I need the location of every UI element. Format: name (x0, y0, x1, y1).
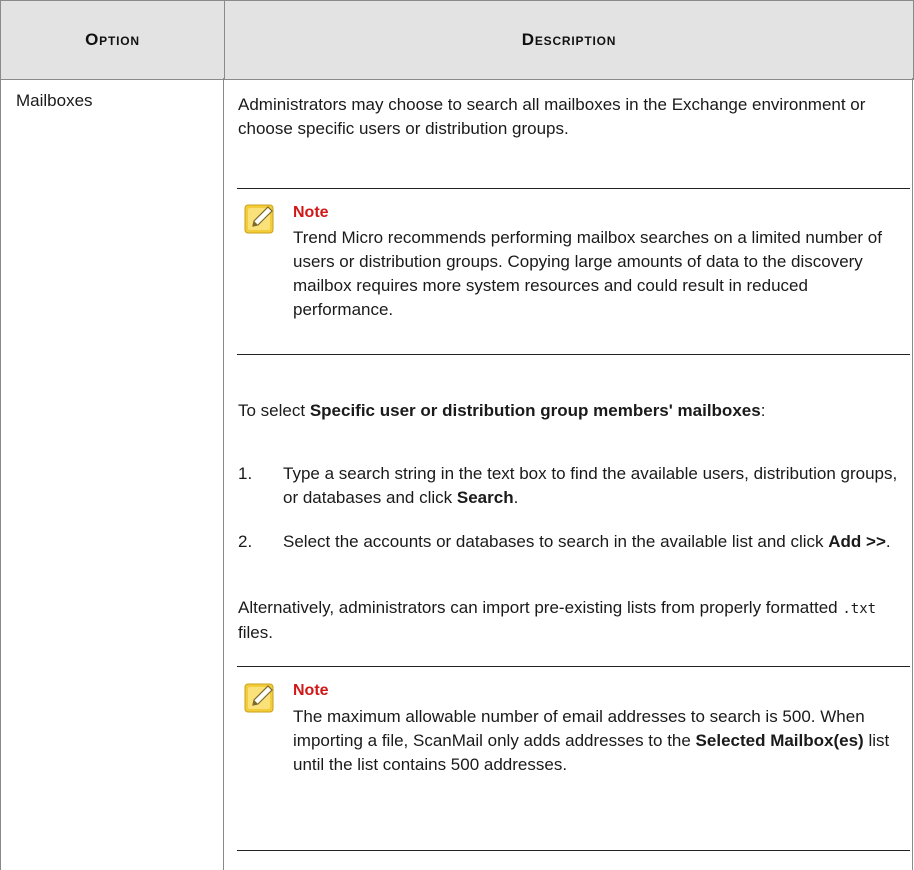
option-mailboxes: Mailboxes (16, 91, 93, 110)
step-1-number: 1. (238, 464, 253, 483)
note-pencil-icon (244, 683, 274, 713)
note2-top-rule (237, 666, 910, 667)
table-header: Option Description (0, 0, 914, 80)
note2-bottom-rule (237, 850, 910, 851)
select-bold: Specific user or distribution group memb… (309, 401, 761, 420)
step-2-number: 2. (238, 532, 253, 551)
note1-title: Note (293, 204, 329, 221)
table-column-divider (223, 78, 224, 870)
step-2-text: Select the accounts or databases to sear… (283, 532, 891, 551)
header-option: Option (85, 30, 140, 49)
note2-body: The maximum allowable number of email ad… (293, 707, 890, 774)
table-border-left (0, 78, 1, 870)
note1-body: Trend Micro recommends performing mailbo… (293, 228, 882, 319)
note-pencil-icon (244, 204, 274, 234)
step-1-text: Type a search string in the text box to … (283, 464, 898, 507)
note1-bottom-rule (237, 354, 910, 355)
table-border-right (912, 78, 913, 870)
header-description: Description (521, 30, 617, 49)
note2-title: Note (293, 682, 329, 699)
selected-mailboxes-bold: Selected Mailbox(es) (695, 731, 864, 750)
alternative-paragraph: Alternatively, administrators can import… (238, 598, 877, 642)
txt-extension: .txt (842, 601, 877, 617)
select-instruction: To select Specific user or distribution … (238, 401, 766, 420)
note1-top-rule (237, 188, 910, 189)
options-table: Option Description Mailboxes Administrat… (0, 0, 914, 870)
intro-paragraph: Administrators may choose to search all … (238, 95, 866, 138)
